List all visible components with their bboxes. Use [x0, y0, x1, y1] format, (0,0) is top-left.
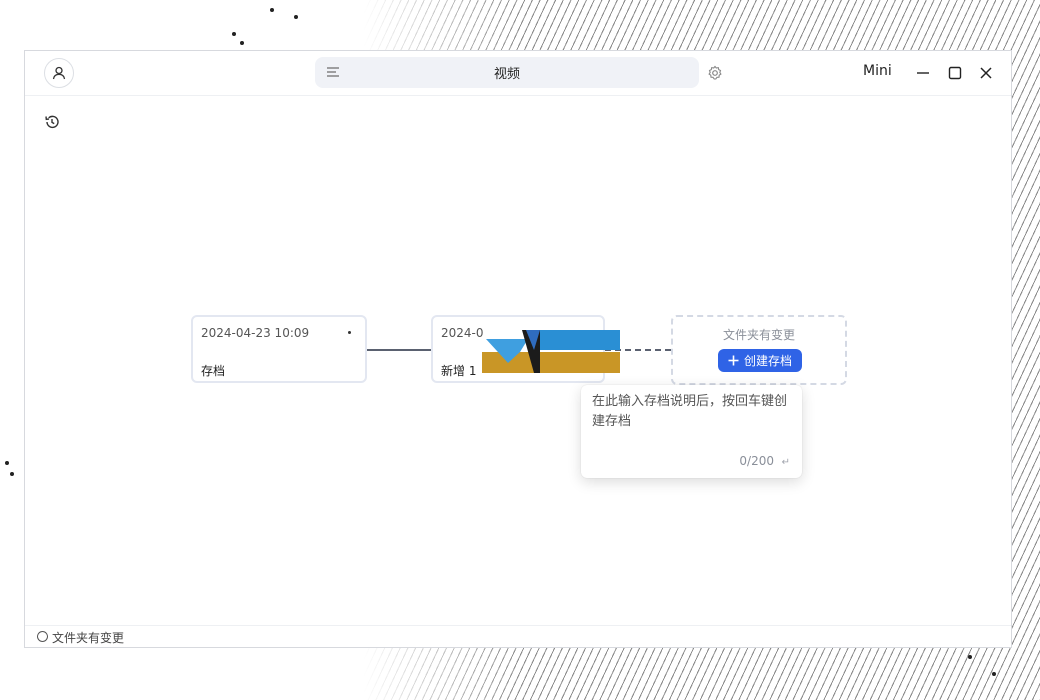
user-avatar-button[interactable]	[44, 58, 74, 88]
snapshot-note-input[interactable]	[592, 392, 792, 442]
background-dot	[5, 461, 9, 465]
title-box[interactable]: 视频	[315, 57, 699, 88]
snapshot-note-popover: 0/200 ↵	[581, 385, 802, 478]
background-dot	[10, 472, 14, 476]
app-window: 视频 Mini 2024-04-23 10:09 存档 2024-0 新增 1	[24, 50, 1012, 648]
user-icon	[52, 66, 66, 80]
minimize-icon[interactable]	[915, 65, 931, 81]
snapshot-card[interactable]: 2024-04-23 10:09 存档	[191, 315, 367, 383]
title-bar: 视频 Mini	[25, 51, 1011, 96]
create-snapshot-label: 创建存档	[743, 354, 792, 368]
snapshot-date: 2024-0	[441, 326, 484, 340]
status-bar: 文件夹有变更	[25, 625, 1011, 647]
plus-icon	[728, 355, 739, 366]
status-bar-text: 文件夹有变更	[52, 631, 125, 645]
create-snapshot-button[interactable]: 创建存档	[718, 349, 802, 372]
snapshot-label: 新增 1	[441, 364, 477, 378]
enter-icon: ↵	[781, 457, 790, 468]
timeline-connector	[367, 349, 433, 351]
app-logo-overlay	[482, 330, 620, 373]
status-circle-icon	[37, 631, 48, 642]
maximize-icon[interactable]	[947, 65, 963, 81]
pending-status-text: 文件夹有变更	[722, 328, 795, 342]
menu-icon[interactable]	[327, 66, 339, 78]
history-icon[interactable]	[44, 114, 60, 130]
mini-mode-button[interactable]: Mini	[863, 63, 892, 79]
snapshot-date: 2024-04-23 10:09	[201, 326, 310, 340]
close-icon[interactable]	[978, 65, 994, 81]
more-dot-icon[interactable]	[348, 331, 351, 334]
snapshot-label: 存档	[201, 364, 226, 378]
background-dot	[968, 655, 972, 659]
background-dot	[270, 8, 274, 12]
gear-icon[interactable]	[707, 65, 723, 81]
character-counter: 0/200	[739, 454, 774, 468]
pending-changes-card: 文件夹有变更 创建存档	[671, 315, 847, 385]
background-dot	[992, 672, 996, 676]
background-dot	[240, 41, 244, 45]
background-dot	[232, 32, 236, 36]
window-title: 视频	[493, 67, 520, 82]
background-dot	[294, 15, 298, 19]
